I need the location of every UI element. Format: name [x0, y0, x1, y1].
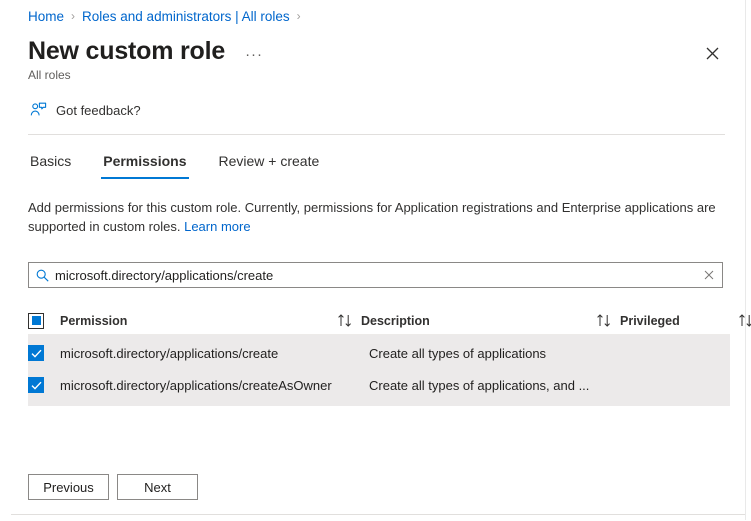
feedback-person-icon: [30, 102, 47, 118]
breadcrumb-separator-icon: ›: [71, 9, 76, 23]
blade-right-divider: [745, 0, 746, 520]
table-body: microsoft.directory/applications/create …: [28, 335, 730, 406]
title-row: New custom role ···: [0, 27, 745, 66]
checkmark-icon: [31, 381, 42, 390]
page-title: New custom role: [28, 37, 226, 65]
cell-description: Create all types of applications: [369, 345, 547, 361]
close-button[interactable]: [699, 40, 725, 66]
breadcrumb: Home › Roles and administrators | All ro…: [0, 0, 745, 27]
cell-description: Create all types of applications, and ..…: [369, 377, 590, 393]
close-icon: [706, 47, 718, 59]
more-options-button[interactable]: ···: [241, 47, 267, 63]
tab-permissions[interactable]: Permissions: [101, 153, 189, 179]
table-row[interactable]: microsoft.directory/applications/create …: [28, 337, 730, 369]
got-feedback-button[interactable]: Got feedback?: [28, 99, 147, 121]
indeterminate-mark-icon: [31, 316, 41, 325]
new-custom-role-blade: Home › Roles and administrators | All ro…: [0, 0, 751, 520]
column-header-description[interactable]: Description: [361, 314, 596, 328]
cell-permission: microsoft.directory/applications/createA…: [60, 377, 332, 393]
previous-button[interactable]: Previous: [28, 474, 109, 500]
breadcrumb-item-roles-and-administrators[interactable]: Roles and administrators | All roles: [82, 9, 290, 24]
column-header-permission[interactable]: Permission: [60, 314, 337, 328]
row-select-cell: [28, 345, 60, 361]
close-icon: [704, 270, 714, 280]
row-select-cell: [28, 377, 60, 393]
table-header-row: Permission Description Privileged: [28, 307, 751, 335]
search-icon: [29, 269, 55, 282]
breadcrumb-separator-icon-2: ›: [296, 9, 301, 23]
select-all-cell: [28, 312, 60, 329]
checkmark-icon: [31, 349, 42, 358]
sort-permission-icon[interactable]: [337, 314, 361, 327]
sort-description-icon[interactable]: [596, 314, 620, 327]
next-button[interactable]: Next: [117, 474, 198, 500]
select-all-checkbox[interactable]: [28, 312, 44, 329]
permission-search-box[interactable]: [28, 262, 723, 288]
clear-search-button[interactable]: [696, 263, 722, 287]
command-bar: Got feedback?: [0, 82, 745, 124]
row-checkbox[interactable]: [28, 345, 44, 361]
permissions-table: Permission Description Privileged micros…: [28, 307, 751, 406]
page-subtitle: All roles: [28, 68, 71, 82]
tab-review-create[interactable]: Review + create: [217, 153, 322, 179]
tab-basics[interactable]: Basics: [28, 153, 73, 179]
row-checkbox[interactable]: [28, 377, 44, 393]
permissions-description-text: Add permissions for this custom role. Cu…: [28, 200, 716, 234]
wizard-footer: Previous Next: [28, 474, 198, 500]
breadcrumb-item-home[interactable]: Home: [28, 9, 64, 24]
column-header-privileged[interactable]: Privileged: [620, 314, 738, 328]
got-feedback-label: Got feedback?: [56, 102, 141, 118]
learn-more-link[interactable]: Learn more: [184, 219, 250, 234]
permissions-description: Add permissions for this custom role. Cu…: [0, 179, 745, 236]
table-row[interactable]: microsoft.directory/applications/createA…: [28, 369, 730, 401]
tab-list: Basics Permissions Review + create: [0, 135, 745, 179]
search-input[interactable]: [55, 264, 696, 286]
cell-permission: microsoft.directory/applications/create: [60, 345, 279, 361]
